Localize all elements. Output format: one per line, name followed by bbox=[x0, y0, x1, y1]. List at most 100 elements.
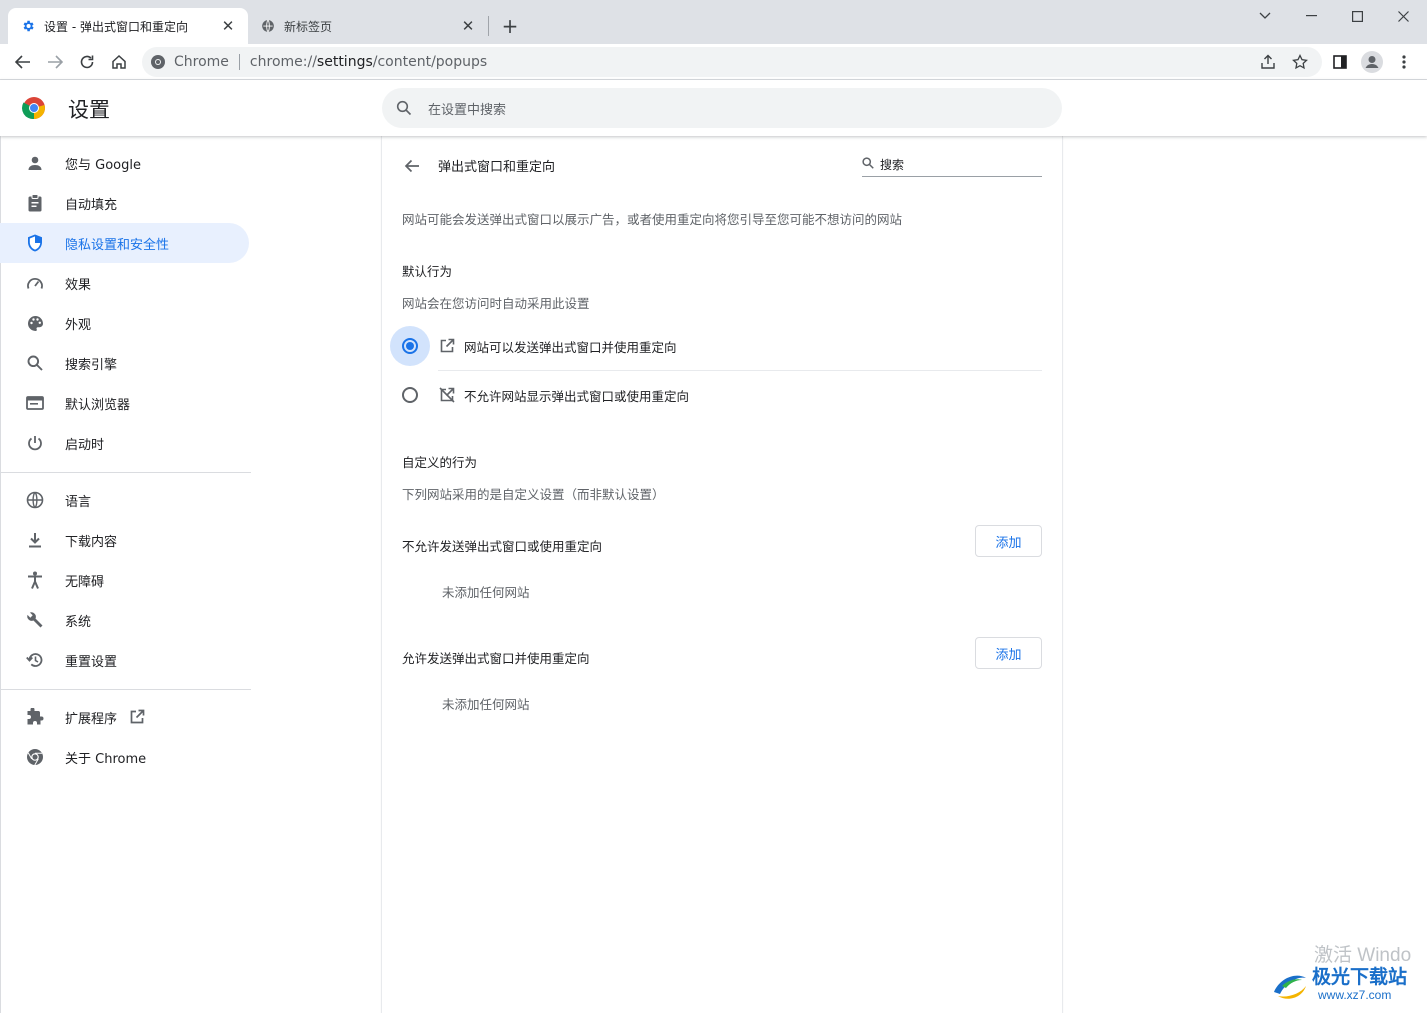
sidebar-item-on-startup[interactable]: 启动时 bbox=[0, 423, 249, 463]
window-close-button[interactable] bbox=[1380, 0, 1426, 32]
close-icon[interactable]: ✕ bbox=[220, 17, 236, 35]
gear-icon bbox=[20, 18, 36, 34]
sidebar-item-appearance[interactable]: 外观 bbox=[0, 303, 249, 343]
site-name-text: 极光下载站 bbox=[1312, 966, 1408, 988]
subpage-header: 弹出式窗口和重定向 搜索 bbox=[382, 146, 1062, 186]
sidebar-item-label: 无障碍 bbox=[65, 574, 105, 590]
sidebar-item-you-and-google[interactable]: 您与 Google bbox=[0, 143, 249, 183]
back-arrow-button[interactable] bbox=[398, 152, 426, 180]
subpage-title: 弹出式窗口和重定向 bbox=[438, 160, 556, 175]
add-allowed-site-button[interactable]: 添加 bbox=[975, 637, 1042, 669]
sidebar-item-downloads[interactable]: 下载内容 bbox=[0, 520, 249, 560]
radio-allow-popups[interactable]: 网站可以发送弹出式窗口并使用重定向 bbox=[390, 322, 1042, 370]
custom-behavior-heading: 自定义的行为 bbox=[402, 455, 478, 470]
site-url-text: www.xz7.com bbox=[1318, 988, 1392, 1002]
sidebar-item-default-browser[interactable]: 默认浏览器 bbox=[0, 383, 249, 423]
close-icon[interactable]: ✕ bbox=[460, 17, 476, 35]
chrome-icon bbox=[24, 746, 46, 768]
sidebar-item-label: 外观 bbox=[65, 317, 92, 333]
allow-list-empty: 未添加任何网站 bbox=[442, 697, 530, 712]
tab-search-icon[interactable] bbox=[1242, 0, 1288, 32]
sidebar-item-accessibility[interactable]: 无障碍 bbox=[0, 560, 249, 600]
globe-icon bbox=[24, 489, 46, 511]
sidebar-item-label: 关于 Chrome bbox=[65, 751, 147, 767]
accessibility-icon bbox=[24, 569, 46, 591]
chrome-logo-icon bbox=[22, 97, 45, 120]
allow-list-label: 允许发送弹出式窗口并使用重定向 bbox=[402, 651, 590, 666]
site-logo-icon bbox=[1274, 975, 1306, 999]
sidebar-item-system[interactable]: 系统 bbox=[0, 600, 249, 640]
sidebar-item-privacy[interactable]: 隐私设置和安全性 bbox=[0, 223, 249, 263]
sidebar-item-label: 语言 bbox=[65, 494, 92, 510]
reload-button[interactable] bbox=[73, 48, 101, 76]
chrome-icon bbox=[151, 55, 165, 69]
sidebar-item-label: 效果 bbox=[65, 277, 92, 293]
tab-separator bbox=[488, 16, 489, 36]
search-icon bbox=[24, 352, 46, 374]
radio-button[interactable] bbox=[390, 326, 430, 366]
puzzle-icon bbox=[24, 706, 46, 728]
custom-behavior-subtext: 下列网站采用的是自定义设置（而非默认设置） bbox=[402, 487, 665, 502]
sidebar-item-autofill[interactable]: 自动填充 bbox=[0, 183, 249, 223]
settings-search-input[interactable]: 在设置中搜索 bbox=[382, 88, 1062, 128]
radio-label: 不允许网站显示弹出式窗口或使用重定向 bbox=[464, 388, 690, 404]
sidebar-item-performance[interactable]: 效果 bbox=[0, 263, 249, 303]
back-button[interactable] bbox=[9, 48, 37, 76]
minimize-button[interactable] bbox=[1288, 0, 1334, 32]
sidebar-item-label: 搜索引擎 bbox=[65, 357, 118, 373]
search-icon bbox=[862, 157, 874, 172]
chip-divider bbox=[238, 54, 240, 70]
shield-icon bbox=[24, 232, 46, 254]
sidebar-item-label: 启动时 bbox=[65, 437, 105, 453]
page-title: 设置 bbox=[68, 98, 110, 122]
sidebar-item-extensions[interactable]: 扩展程序 bbox=[0, 697, 249, 737]
add-blocked-site-button[interactable]: 添加 bbox=[975, 525, 1042, 557]
browser-toolbar: Chrome chrome://settings/content/popups bbox=[0, 44, 1427, 80]
sidebar-item-label: 默认浏览器 bbox=[65, 397, 131, 413]
sidebar-item-languages[interactable]: 语言 bbox=[0, 480, 249, 520]
back-arrow-icon bbox=[404, 159, 419, 173]
watermark: 激活 Windo 极光下载站 www.xz7.com bbox=[1270, 938, 1427, 1008]
person-icon bbox=[24, 152, 46, 174]
gauge-icon bbox=[24, 272, 46, 294]
tab-settings[interactable]: 设置 - 弹出式窗口和重定向 ✕ bbox=[8, 8, 248, 44]
sidebar-item-search-engine[interactable]: 搜索引擎 bbox=[0, 343, 249, 383]
tab-strip: 设置 - 弹出式窗口和重定向 ✕ 新标签页 ✕ + bbox=[0, 0, 1427, 44]
sidebar-item-about-chrome[interactable]: 关于 Chrome bbox=[0, 737, 249, 777]
sidebar-item-label: 隐私设置和安全性 bbox=[65, 237, 170, 253]
sidebar-item-reset[interactable]: 重置设置 bbox=[0, 640, 249, 680]
more-menu-icon[interactable] bbox=[1390, 48, 1418, 76]
default-behavior-heading: 默认行为 bbox=[402, 264, 453, 279]
settings-header: 设置 在设置中搜索 bbox=[0, 80, 1427, 136]
sidebar-item-label: 系统 bbox=[65, 614, 92, 630]
url-text: chrome://settings/content/popups bbox=[249, 54, 488, 70]
sidebar-divider bbox=[0, 689, 251, 690]
chip-label: Chrome bbox=[174, 54, 229, 70]
forward-button[interactable] bbox=[41, 48, 69, 76]
subpage-search-placeholder: 搜索 bbox=[880, 158, 905, 172]
radio-button[interactable] bbox=[390, 375, 430, 415]
radio-block-popups[interactable]: 不允许网站显示弹出式窗口或使用重定向 bbox=[390, 371, 1042, 419]
external-link-icon bbox=[129, 709, 145, 725]
tab-title: 新标签页 bbox=[284, 19, 333, 34]
side-panel-icon[interactable] bbox=[1326, 48, 1354, 76]
reset-icon bbox=[24, 649, 46, 671]
site-info-chip[interactable]: Chrome bbox=[150, 54, 229, 70]
globe-icon bbox=[260, 18, 276, 34]
settings-sidebar: 您与 Google 自动填充 隐私设置和安全性 效果 外观 搜索引擎 默认浏览器… bbox=[0, 136, 260, 1013]
popups-settings-card: 弹出式窗口和重定向 搜索 网站可能会发送弹出式窗口以展示广告，或者使用重定向将您… bbox=[382, 136, 1062, 1013]
block-list-label: 不允许发送弹出式窗口或使用重定向 bbox=[402, 539, 603, 554]
power-icon bbox=[24, 432, 46, 454]
new-tab-button[interactable]: + bbox=[498, 14, 522, 38]
share-icon[interactable] bbox=[1254, 48, 1282, 76]
subpage-search-input[interactable]: 搜索 bbox=[862, 153, 1042, 177]
download-icon bbox=[24, 529, 46, 551]
open-in-new-icon bbox=[438, 337, 456, 355]
address-bar[interactable]: Chrome chrome://settings/content/popups bbox=[142, 47, 1322, 77]
bookmark-star-icon[interactable] bbox=[1286, 48, 1314, 76]
tab-new-tab[interactable]: 新标签页 ✕ bbox=[248, 8, 488, 44]
maximize-button[interactable] bbox=[1334, 0, 1380, 32]
profile-avatar[interactable] bbox=[1358, 48, 1386, 76]
sidebar-item-label: 重置设置 bbox=[65, 654, 118, 670]
home-button[interactable] bbox=[105, 48, 133, 76]
